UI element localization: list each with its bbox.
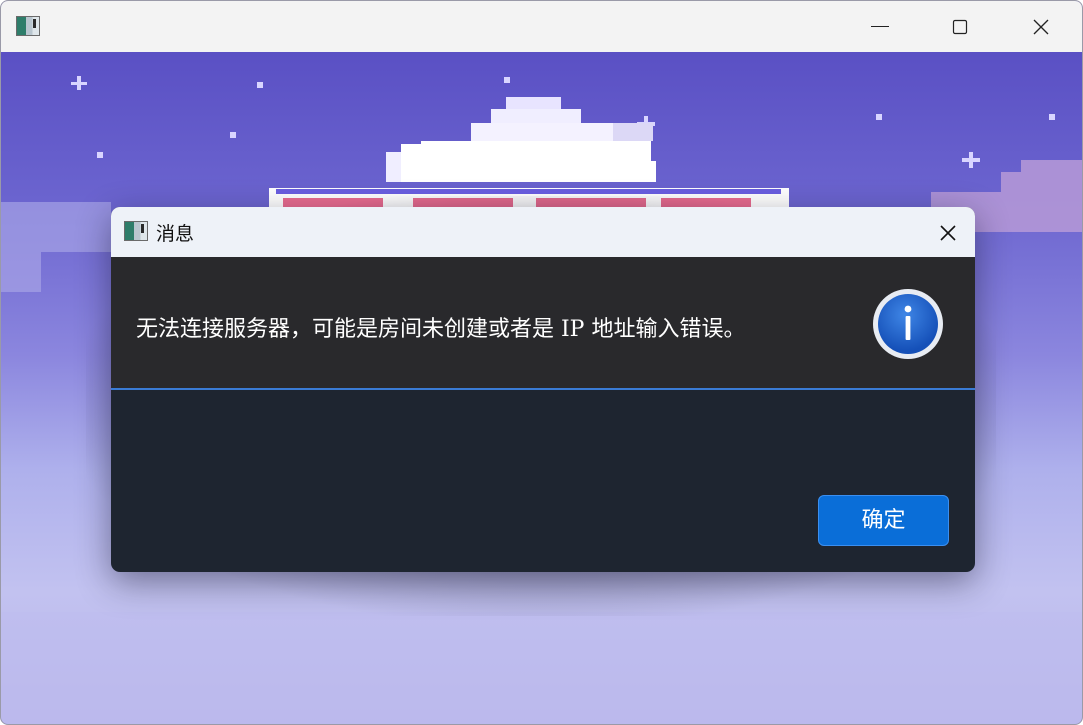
close-icon — [940, 225, 956, 241]
app-window: 消息 无法连接服务器，可能是房间未创建或者是 IP 地址输入错误。 确定 — [0, 0, 1083, 725]
dialog-message: 无法连接服务器，可能是房间未创建或者是 IP 地址输入错误。 — [136, 317, 746, 342]
dialog-app-icon — [124, 221, 148, 241]
dialog-titlebar[interactable]: 消息 — [111, 207, 975, 257]
ok-button[interactable]: 确定 — [818, 495, 949, 546]
minimize-button[interactable] — [840, 1, 920, 52]
maximize-icon — [952, 19, 968, 35]
message-dialog: 消息 无法连接服务器，可能是房间未创建或者是 IP 地址输入错误。 确定 — [111, 207, 975, 572]
dialog-content: 无法连接服务器，可能是房间未创建或者是 IP 地址输入错误。 — [111, 257, 975, 390]
dialog-title: 消息 — [156, 223, 195, 245]
app-icon — [16, 16, 40, 36]
info-icon — [873, 289, 943, 359]
window-titlebar[interactable] — [1, 1, 1082, 52]
close-button[interactable] — [1001, 1, 1081, 52]
minimize-icon — [871, 26, 889, 27]
close-icon — [1033, 19, 1049, 35]
dialog-close-button[interactable] — [929, 215, 965, 249]
maximize-button[interactable] — [920, 1, 1000, 52]
pixel-cloud — [386, 97, 656, 182]
